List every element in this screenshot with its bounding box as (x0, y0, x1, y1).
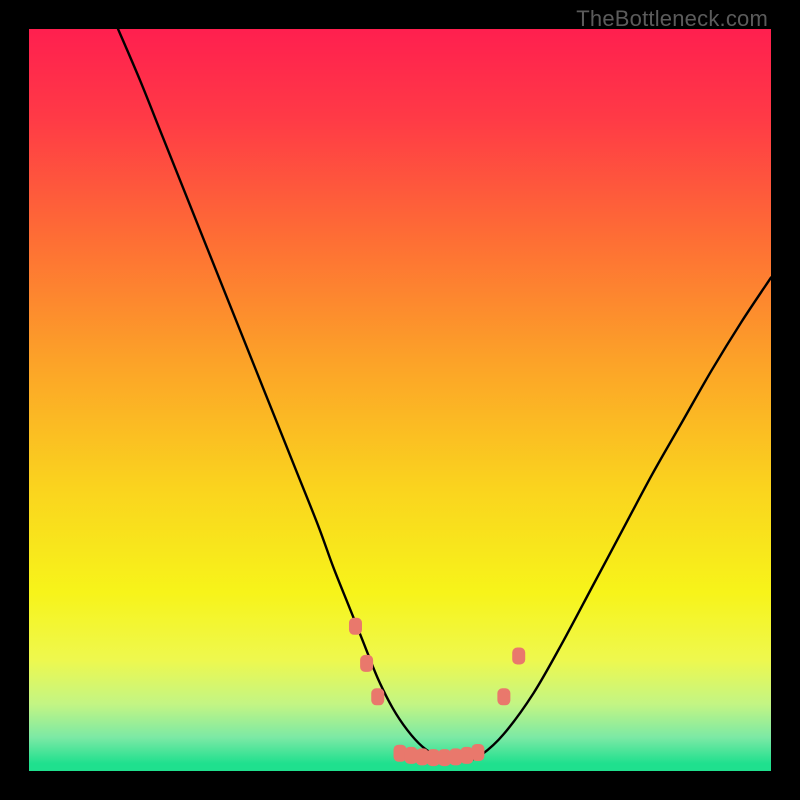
chart-frame: TheBottleneck.com (0, 0, 800, 800)
plot-area (29, 29, 771, 771)
marker-point (427, 749, 440, 766)
marker-point (460, 747, 473, 764)
marker-point (512, 647, 525, 664)
marker-point (438, 749, 451, 766)
watermark-text: TheBottleneck.com (576, 6, 768, 32)
marker-point (360, 655, 373, 672)
marker-point (349, 618, 362, 635)
marker-point (416, 748, 429, 765)
marker-point (449, 748, 462, 765)
marker-point (405, 747, 418, 764)
marker-point (394, 745, 407, 762)
plot-svg (29, 29, 771, 771)
marker-point (497, 688, 510, 705)
marker-point (371, 688, 384, 705)
gradient-background (29, 29, 771, 771)
marker-point (471, 744, 484, 761)
